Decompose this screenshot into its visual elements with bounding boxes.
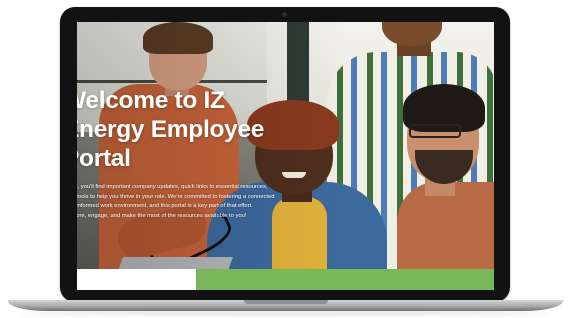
hero-title-line-1: Welcome to IZ bbox=[77, 87, 225, 114]
hero-description: Here, you'll find important company upda… bbox=[77, 184, 275, 219]
laptop-base bbox=[8, 300, 563, 311]
hero-title-line-3: Portal bbox=[77, 145, 131, 172]
hero-title-line-2: Energy Employee bbox=[77, 116, 265, 143]
footer-bar-white bbox=[77, 269, 196, 290]
laptop-shadow bbox=[20, 311, 551, 315]
footer-bar-green bbox=[196, 269, 494, 290]
laptop-screen: Welcome to IZ Energy Employee Portal Her… bbox=[77, 22, 494, 290]
hero-section: Welcome to IZ Energy Employee Portal Her… bbox=[77, 86, 323, 221]
laptop-notch bbox=[244, 300, 328, 304]
camera-icon bbox=[282, 12, 287, 17]
hero-title: Welcome to IZ Energy Employee Portal bbox=[77, 86, 323, 173]
